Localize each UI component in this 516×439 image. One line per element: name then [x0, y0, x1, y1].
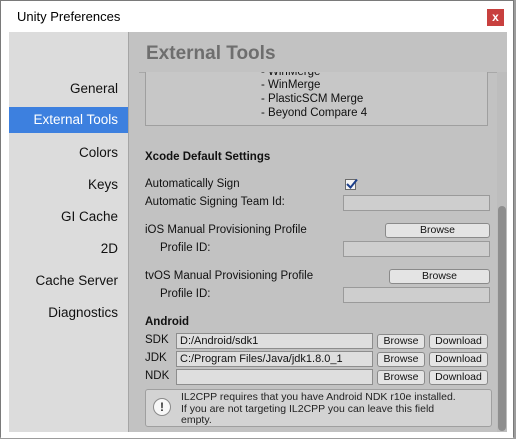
auto-sign-checkbox[interactable]: [345, 178, 358, 190]
ndk-label: NDK: [145, 370, 170, 382]
ndk-help-text: IL2CPP requires that you have Android ND…: [181, 391, 487, 427]
vertical-scrollbar[interactable]: [497, 72, 507, 432]
ndk-help-box: ! IL2CPP requires that you have Android …: [145, 389, 492, 427]
sidebar-item-keys[interactable]: Keys: [88, 177, 118, 192]
diff-tool-item: - Beyond Compare 4: [261, 107, 368, 119]
ndk-download-button[interactable]: Download: [429, 370, 488, 385]
tvos-browse-button[interactable]: Browse: [389, 269, 490, 284]
team-id-field[interactable]: [343, 195, 490, 211]
sidebar-item-gi-cache[interactable]: GI Cache: [61, 209, 118, 224]
window-title: Unity Preferences: [17, 9, 121, 24]
page-title: External Tools: [146, 43, 276, 64]
sidebar-item-diagnostics[interactable]: Diagnostics: [48, 305, 118, 320]
xcode-section-header: Xcode Default Settings: [145, 151, 271, 163]
jdk-label: JDK: [145, 352, 167, 364]
sidebar: General External Tools Colors Keys GI Ca…: [9, 32, 129, 432]
sdk-label: SDK: [145, 334, 169, 346]
auto-sign-label: Automatically Sign: [145, 178, 240, 190]
sidebar-item-external-tools[interactable]: External Tools: [9, 107, 128, 133]
settings-content: External Tools - WinMerge - WinMerge - P…: [129, 32, 507, 432]
title-bar[interactable]: Unity Preferences x: [1, 1, 513, 32]
sdk-browse-button[interactable]: Browse: [377, 334, 425, 349]
sidebar-item-general[interactable]: General: [70, 81, 118, 96]
team-id-label: Automatic Signing Team Id:: [145, 196, 285, 208]
diff-tool-item: - WinMerge: [261, 79, 321, 91]
ios-profile-label: iOS Manual Provisioning Profile: [145, 224, 307, 236]
scrollbar-thumb[interactable]: [498, 206, 506, 431]
help-line: IL2CPP requires that you have Android ND…: [181, 391, 456, 403]
jdk-path-field[interactable]: C:/Program Files/Java/jdk1.8.0_1: [176, 351, 373, 367]
jdk-download-button[interactable]: Download: [429, 352, 488, 367]
ios-profile-id-label: Profile ID:: [160, 242, 211, 254]
sidebar-item-colors[interactable]: Colors: [79, 145, 118, 160]
ios-browse-button[interactable]: Browse: [385, 223, 490, 238]
sidebar-item-2d[interactable]: 2D: [101, 241, 118, 256]
preferences-window: Unity Preferences x General External Too…: [0, 0, 514, 438]
window-client: General External Tools Colors Keys GI Ca…: [9, 32, 507, 432]
sdk-download-button[interactable]: Download: [429, 334, 488, 349]
help-line: If you are not targeting IL2CPP you can …: [181, 402, 435, 415]
jdk-browse-button[interactable]: Browse: [377, 352, 425, 367]
android-section-header: Android: [145, 316, 190, 328]
diff-tool-item: - PlasticSCM Merge: [261, 93, 364, 105]
diff-tool-item: - WinMerge: [261, 66, 321, 78]
help-line: empty.: [181, 414, 212, 426]
checkmark-icon: [346, 178, 358, 189]
info-exclamation-icon: !: [153, 398, 171, 416]
tvos-profile-id-field[interactable]: [343, 287, 490, 303]
ios-profile-id-field[interactable]: [343, 241, 490, 257]
tvos-profile-label: tvOS Manual Provisioning Profile: [145, 270, 314, 282]
ndk-path-field[interactable]: [176, 369, 373, 385]
sdk-path-field[interactable]: D:/Android/sdk1: [176, 333, 373, 349]
ndk-browse-button[interactable]: Browse: [377, 370, 425, 385]
sidebar-item-cache-server[interactable]: Cache Server: [35, 273, 118, 288]
tvos-profile-id-label: Profile ID:: [160, 288, 211, 300]
close-icon[interactable]: x: [487, 9, 504, 26]
diff-tools-help-box: - WinMerge - WinMerge - PlasticSCM Merge…: [145, 72, 488, 126]
window-bottom-edge: [1, 432, 513, 438]
